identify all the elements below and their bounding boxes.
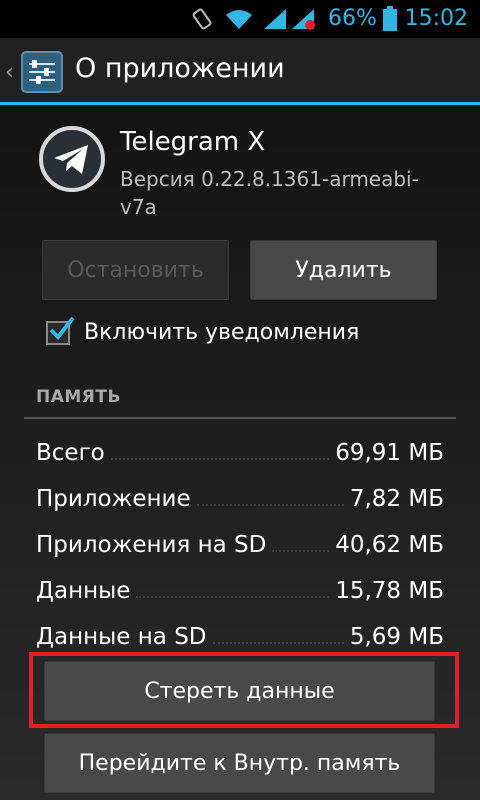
memory-value: 69,91 МБ bbox=[335, 440, 444, 466]
memory-value: 40,62 МБ bbox=[335, 532, 444, 558]
battery-percent: 66% bbox=[328, 6, 377, 31]
notifications-label: Включить уведомления bbox=[84, 320, 360, 345]
memory-row-total: Всего 69,91 МБ bbox=[36, 426, 444, 466]
memory-label: Данные на SD bbox=[36, 624, 207, 650]
memory-label: Приложения на SD bbox=[36, 532, 267, 558]
memory-label: Всего bbox=[36, 440, 105, 466]
dotted-leader bbox=[212, 642, 344, 644]
memory-label: Данные bbox=[36, 578, 131, 604]
app-version: Версия 0.22.8.1361-armeabi-v7a bbox=[120, 167, 419, 219]
memory-value: 15,78 МБ bbox=[335, 578, 444, 604]
battery-icon bbox=[383, 6, 397, 31]
status-bar: 66% 15:02 bbox=[0, 0, 480, 38]
memory-value: 5,69 МБ bbox=[349, 624, 444, 650]
up-navigation-icon[interactable]: ‹ bbox=[5, 60, 14, 85]
signal-icon bbox=[264, 9, 286, 29]
page-title: О приложении bbox=[75, 53, 285, 84]
memory-label: Приложение bbox=[36, 486, 191, 512]
signal-2-icon bbox=[292, 9, 315, 30]
app-name: Telegram X bbox=[120, 127, 266, 157]
dotted-leader bbox=[272, 550, 330, 552]
move-storage-button[interactable]: Перейдите к Внутр. память bbox=[44, 733, 435, 793]
stop-button[interactable]: Остановить bbox=[42, 240, 229, 300]
memory-row-app-sd: Приложения на SD 40,62 МБ bbox=[36, 518, 444, 558]
clock: 15:02 bbox=[404, 6, 468, 31]
checkmark-icon bbox=[49, 316, 75, 341]
memory-section-header: ПАМЯТЬ bbox=[36, 387, 121, 407]
settings-sliders-icon[interactable] bbox=[20, 50, 64, 94]
dotted-leader bbox=[196, 504, 344, 506]
memory-value: 7,82 МБ bbox=[349, 486, 444, 512]
memory-row-data: Данные 15,78 МБ bbox=[36, 564, 444, 604]
dotted-leader bbox=[110, 458, 330, 460]
app-info-content: Telegram X Версия 0.22.8.1361-armeabi-v7… bbox=[0, 105, 480, 800]
notifications-checkbox[interactable] bbox=[46, 316, 75, 345]
section-divider bbox=[24, 417, 456, 419]
dotted-leader bbox=[136, 596, 330, 598]
delete-button[interactable]: Удалить bbox=[250, 240, 437, 300]
action-bar: ‹ О приложении bbox=[0, 38, 480, 105]
wifi-icon bbox=[226, 10, 252, 29]
highlight-box bbox=[29, 652, 459, 728]
telegram-icon bbox=[39, 126, 105, 192]
screen-rotate-icon bbox=[192, 8, 212, 30]
memory-row-app: Приложение 7,82 МБ bbox=[36, 472, 444, 512]
memory-row-data-sd: Данные на SD 5,69 МБ bbox=[36, 610, 444, 650]
